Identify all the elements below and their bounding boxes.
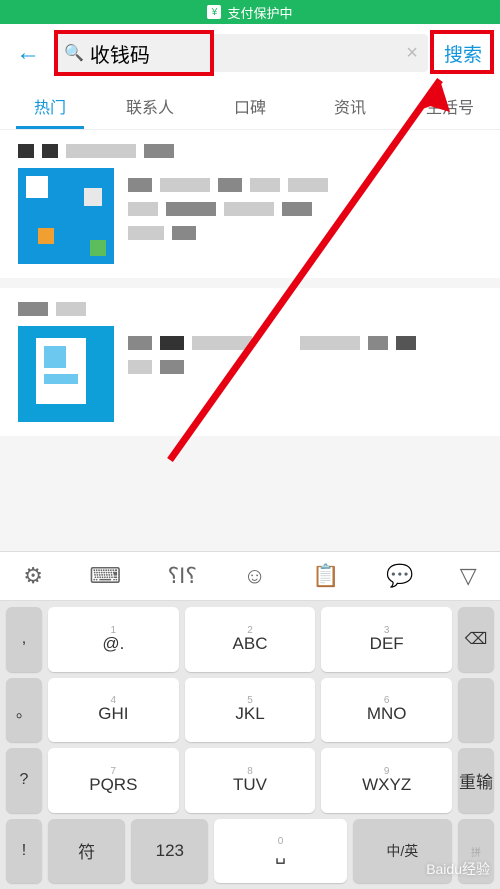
key-exclaim[interactable]: ! bbox=[6, 819, 42, 884]
key-0-space[interactable]: 0␣ bbox=[214, 819, 346, 884]
key-symbol[interactable]: 符 bbox=[48, 819, 125, 884]
key-8[interactable]: 8TUV bbox=[185, 748, 316, 813]
tab-contacts[interactable]: 联系人 bbox=[100, 82, 200, 129]
key-2[interactable]: 2ABC bbox=[185, 607, 316, 672]
key-retype[interactable]: 重输 bbox=[458, 748, 494, 813]
key-spacer bbox=[458, 678, 494, 743]
clipboard-icon[interactable]: 📋 bbox=[312, 563, 339, 589]
smile-icon[interactable]: ☺ bbox=[243, 563, 265, 589]
back-button[interactable]: ← bbox=[10, 39, 46, 67]
cursor-icon[interactable]: ⸮I⸮ bbox=[167, 563, 196, 589]
search-input[interactable] bbox=[90, 42, 406, 65]
tabs: 热门 联系人 口碑 资讯 生活号 bbox=[0, 82, 500, 130]
watermark: Baidu经验 bbox=[426, 859, 490, 879]
clear-icon[interactable]: × bbox=[406, 42, 418, 65]
status-text: 支付保护中 bbox=[227, 3, 292, 22]
search-row: ← 🔍 × 搜索 bbox=[0, 24, 500, 82]
result-thumb bbox=[18, 168, 114, 264]
keyboard-icon[interactable]: ⌨ bbox=[89, 563, 121, 589]
key-comma[interactable]: , bbox=[6, 607, 42, 672]
search-button[interactable]: 搜索 bbox=[436, 40, 490, 67]
tab-life[interactable]: 生活号 bbox=[400, 82, 500, 129]
gear-icon[interactable]: ⚙ bbox=[23, 563, 43, 589]
key-3[interactable]: 3DEF bbox=[321, 607, 452, 672]
tab-hot[interactable]: 热门 bbox=[0, 82, 100, 129]
result-item[interactable] bbox=[0, 288, 500, 446]
search-icon: 🔍 bbox=[64, 43, 84, 63]
comment-icon[interactable]: 💬 bbox=[386, 563, 413, 589]
result-item[interactable] bbox=[0, 130, 500, 288]
key-9[interactable]: 9WXYZ bbox=[321, 748, 452, 813]
search-box[interactable]: 🔍 × bbox=[54, 34, 428, 72]
result-thumb bbox=[18, 326, 114, 422]
chevron-down-icon[interactable]: ▽ bbox=[460, 563, 477, 589]
key-1[interactable]: 1@. bbox=[48, 607, 179, 672]
key-period[interactable]: 。 bbox=[6, 678, 42, 743]
key-123[interactable]: 123 bbox=[131, 819, 208, 884]
key-question[interactable]: ? bbox=[6, 748, 42, 813]
key-4[interactable]: 4GHI bbox=[48, 678, 179, 743]
status-bar: ¥ 支付保护中 bbox=[0, 0, 500, 24]
key-5[interactable]: 5JKL bbox=[185, 678, 316, 743]
key-6[interactable]: 6MNO bbox=[321, 678, 452, 743]
key-backspace[interactable]: ⌫ bbox=[458, 607, 494, 672]
keyboard: , 1@. 2ABC 3DEF ⌫ 。 4GHI 5JKL 6MNO ? 7PQ… bbox=[0, 601, 500, 889]
tab-koubei[interactable]: 口碑 bbox=[200, 82, 300, 129]
results-list bbox=[0, 130, 500, 446]
shield-icon: ¥ bbox=[207, 5, 221, 19]
key-7[interactable]: 7PQRS bbox=[48, 748, 179, 813]
ime-toolbar: ⚙ ⌨ ⸮I⸮ ☺ 📋 💬 ▽ bbox=[0, 551, 500, 601]
tab-news[interactable]: 资讯 bbox=[300, 82, 400, 129]
